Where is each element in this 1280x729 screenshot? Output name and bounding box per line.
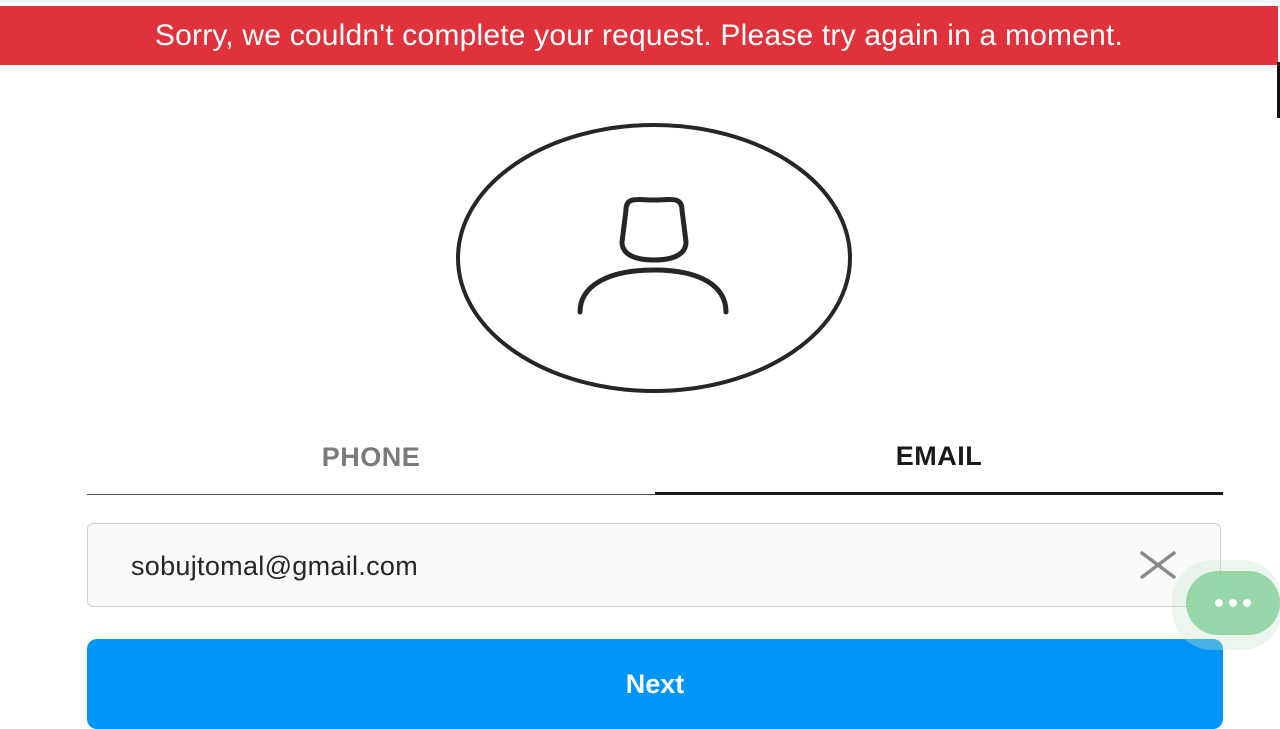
tab-email-label: EMAIL [895,440,983,471]
profile-avatar [454,122,854,394]
floating-more-button[interactable] [1186,571,1280,635]
more-horizontal-icon [1215,599,1251,607]
tab-phone[interactable]: PHONE [87,420,655,495]
tab-phone-label: PHONE [321,441,421,472]
next-button-label: Next [625,669,685,699]
email-field[interactable]: sobujtomal@gmail.com [87,523,1221,607]
signup-method-tabs: PHONE EMAIL [87,420,1223,496]
close-icon[interactable] [1138,550,1178,580]
user-silhouette-icon [456,123,852,393]
error-banner: Sorry, we couldn't complete your request… [0,6,1278,65]
tab-email[interactable]: EMAIL [655,420,1223,495]
email-input-value[interactable]: sobujtomal@gmail.com [131,524,418,608]
error-message: Sorry, we couldn't complete your request… [154,18,1124,52]
next-button[interactable]: Next [87,639,1223,729]
